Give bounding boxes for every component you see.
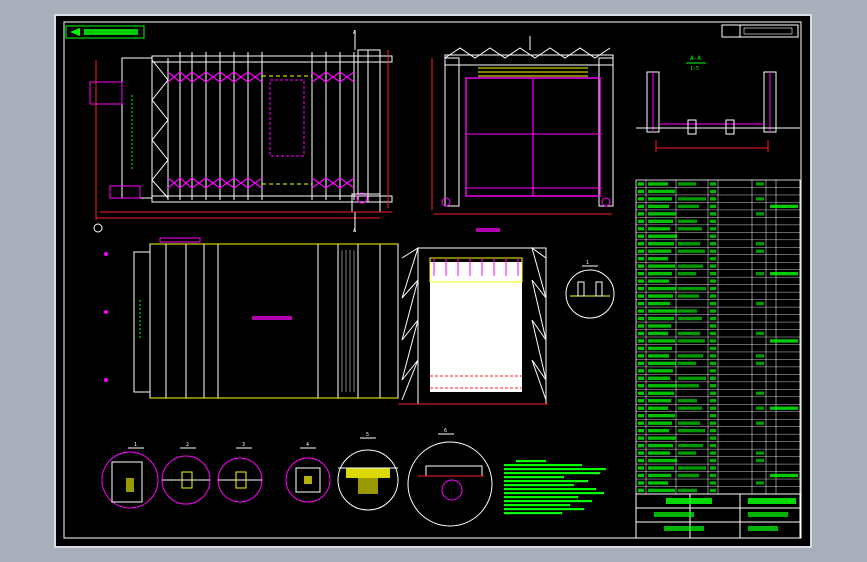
section-aa-scale: 1:5: [690, 66, 699, 72]
table-row: [638, 414, 644, 418]
table-row: [638, 212, 644, 216]
table-row: [638, 204, 644, 209]
table-row: [638, 316, 644, 321]
table-row: [638, 197, 644, 201]
detail-circle-top: 1: [565, 260, 615, 319]
note-line: [504, 464, 582, 467]
table-row: [638, 369, 644, 373]
section-marker-top: A: [353, 30, 356, 36]
section-a-a: A-A 1:5: [636, 55, 800, 152]
table-row: [638, 264, 644, 268]
note-line: [504, 504, 570, 507]
detail-views: 1 2 3 4 5 6: [101, 428, 493, 527]
table-row: [638, 376, 644, 380]
detail-4: 4: [285, 442, 331, 503]
parts-list-table: [635, 179, 801, 495]
detail-5: 5: [337, 432, 399, 511]
table-row: [638, 399, 644, 403]
svg-text:2: 2: [186, 442, 189, 448]
title-tag: [65, 25, 145, 39]
table-row: [638, 279, 644, 283]
table-row: [638, 331, 644, 336]
table-row: [638, 257, 644, 261]
svg-text:5: 5: [366, 432, 369, 438]
table-row: [638, 286, 644, 291]
table-row: [638, 309, 644, 313]
table-row: [638, 324, 644, 328]
section-marker-bottom: A: [353, 228, 356, 234]
table-row: [638, 249, 644, 253]
svg-text:4: 4: [306, 442, 309, 448]
datum-circle-icon: [93, 223, 103, 233]
table-row: [638, 219, 644, 223]
table-row: [638, 428, 644, 433]
side-view: [431, 36, 614, 215]
table-row: [638, 242, 644, 246]
table-row: [638, 182, 644, 186]
svg-text:3: 3: [242, 442, 245, 448]
table-row: [638, 481, 644, 485]
table-row: [638, 361, 644, 366]
table-row: [638, 189, 644, 194]
note-line: [504, 480, 588, 483]
technical-notes: [504, 460, 606, 515]
table-row: [638, 488, 644, 493]
drawing-number-box: [721, 24, 799, 38]
svg-text:6: 6: [444, 428, 447, 434]
table-row: [638, 384, 644, 388]
detail-3: 3: [217, 442, 263, 503]
note-line: [504, 468, 606, 471]
detail-circle-number: 1: [586, 260, 589, 266]
section-aa-title: A-A: [690, 55, 701, 62]
detail-6: 6: [407, 428, 493, 527]
note-line: [504, 492, 604, 495]
table-row: [638, 458, 644, 463]
note-line: [504, 484, 574, 487]
table-row: [638, 451, 644, 455]
table-row: [638, 294, 644, 298]
interior-elevation: [398, 228, 548, 405]
note-line: [504, 512, 562, 515]
note-line: [504, 508, 584, 511]
table-row: [638, 271, 644, 276]
table-row: [638, 436, 644, 440]
front-view: A A: [89, 30, 393, 234]
note-line: [516, 460, 546, 463]
note-line: [504, 496, 578, 499]
table-row: [638, 466, 644, 470]
table-row: [638, 406, 644, 410]
table-row: [638, 443, 644, 448]
plan-view: [104, 237, 399, 399]
table-row: [638, 301, 644, 306]
detail-2: 2: [161, 442, 211, 505]
table-row: [638, 354, 644, 358]
table-row: [638, 234, 644, 238]
note-line: [504, 472, 600, 475]
cad-drawing: A A A-A 1:5 1 1 2 3 4 5 6: [63, 21, 802, 539]
table-row: [638, 227, 644, 231]
table-row: [638, 473, 644, 478]
detail-1: 1: [101, 442, 159, 509]
title-block: [635, 493, 801, 539]
table-row: [638, 391, 644, 395]
table-row: [638, 339, 644, 343]
table-row: [638, 346, 644, 351]
table-row: [638, 421, 644, 425]
note-line: [504, 500, 592, 503]
note-line: [504, 476, 564, 479]
note-line: [504, 488, 596, 491]
svg-text:1: 1: [134, 442, 137, 448]
